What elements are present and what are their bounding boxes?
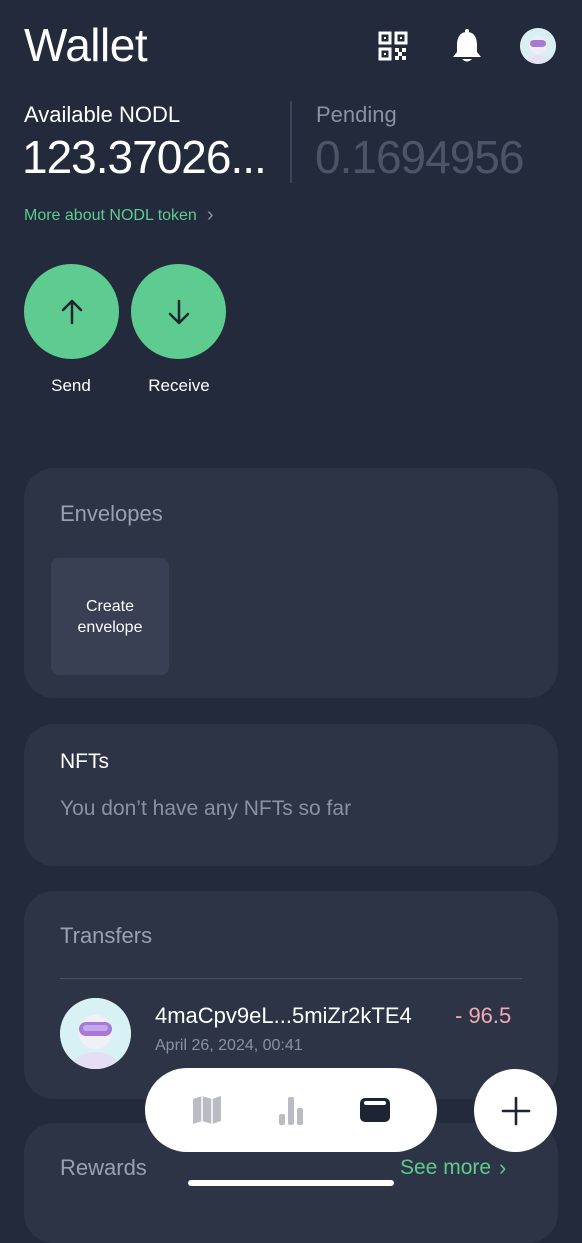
bell-icon[interactable] xyxy=(449,28,485,64)
receive-button[interactable] xyxy=(131,264,226,359)
transfer-date: April 26, 2024, 00:41 xyxy=(155,1037,303,1054)
chevron-right-icon: › xyxy=(206,204,214,226)
transfer-avatar xyxy=(60,998,131,1069)
create-envelope-label-2: envelope xyxy=(77,618,143,636)
avatar[interactable] xyxy=(520,28,556,64)
add-button[interactable] xyxy=(474,1069,557,1152)
transfers-divider xyxy=(60,978,522,979)
transfer-address: 4maCpv9eL...5miZr2kTE4 xyxy=(155,1003,412,1028)
envelopes-title: Envelopes xyxy=(60,501,163,526)
nfts-title: NFTs xyxy=(60,750,109,773)
create-envelope-label-1: Create xyxy=(85,597,134,615)
available-label: Available NODL xyxy=(24,102,181,127)
pending-value: 0.1694956 xyxy=(315,131,524,183)
more-about-token-link[interactable]: More about NODL token › xyxy=(24,204,214,227)
send-button[interactable] xyxy=(24,264,119,359)
plus-icon xyxy=(501,1096,530,1125)
nfts-empty-text: You don’t have any NFTs so far xyxy=(60,797,352,820)
transfers-title: Transfers xyxy=(60,923,153,948)
see-more-label: See more xyxy=(400,1156,492,1179)
balance-divider xyxy=(290,101,292,183)
arrow-up-icon xyxy=(61,299,82,324)
pending-label: Pending xyxy=(316,102,397,127)
qr-code-icon[interactable] xyxy=(375,28,411,64)
transfer-amount: - 96.5 xyxy=(455,1003,512,1028)
receive-label: Receive xyxy=(148,376,210,395)
stats-icon[interactable] xyxy=(267,1086,315,1134)
rewards-title: Rewards xyxy=(60,1155,147,1180)
map-icon[interactable] xyxy=(183,1086,231,1134)
home-indicator xyxy=(188,1180,394,1186)
chevron-right-icon: › xyxy=(499,1155,507,1180)
send-label: Send xyxy=(51,376,91,395)
arrow-down-icon xyxy=(168,299,189,324)
bottom-nav xyxy=(145,1068,437,1152)
available-value: 123.37026... xyxy=(22,131,267,183)
nfts-card xyxy=(24,724,558,866)
create-envelope-button[interactable]: Create envelope xyxy=(51,558,169,675)
page-title: Wallet xyxy=(24,19,148,71)
wallet-icon[interactable] xyxy=(351,1086,399,1134)
more-about-token-label: More about NODL token xyxy=(24,206,197,224)
see-more-link[interactable]: See more › xyxy=(400,1155,506,1181)
